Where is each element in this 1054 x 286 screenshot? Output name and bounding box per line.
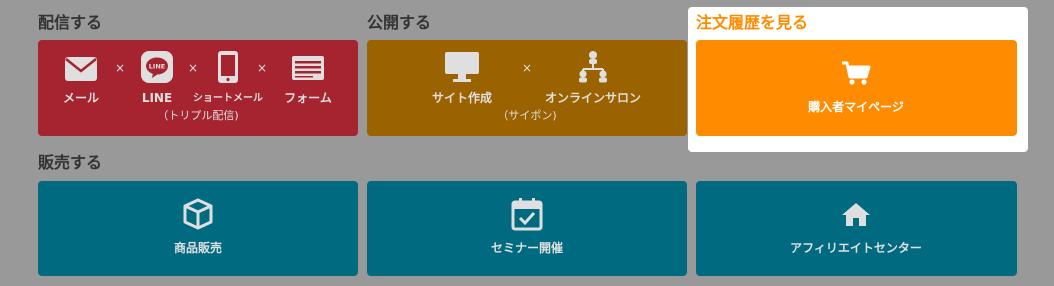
separator: ×	[187, 61, 199, 75]
deliver-card[interactable]: × LINE × × メール LINE ショートメール フォーム （トリプル配信…	[38, 40, 358, 136]
box-icon	[183, 198, 213, 234]
buyer-mypage-card[interactable]: 購入者マイページ	[696, 40, 1017, 136]
sell-card-products-label: 商品販売	[173, 241, 223, 255]
publish-card[interactable]: × サイト作成 オンラインサロン （サイポン)	[367, 40, 687, 136]
calendar-check-icon	[511, 197, 543, 235]
publish-item-site: サイト作成	[431, 91, 493, 105]
sell-card-affiliate-label: アフィリエイトセンター	[790, 241, 922, 255]
deliver-item-mail: メール	[62, 91, 100, 105]
form-icon	[291, 55, 325, 85]
network-icon	[577, 49, 609, 87]
sell-card-seminar-label: セミナー開催	[490, 241, 564, 255]
publish-sub-label: （サイポン)	[497, 109, 557, 122]
mail-icon	[64, 56, 98, 86]
deliver-item-line: LINE	[141, 91, 173, 105]
separator: ×	[256, 61, 268, 75]
smartphone-icon	[217, 50, 239, 88]
monitor-icon	[444, 51, 480, 87]
section-title-orders: 注文履歴を見る	[696, 13, 809, 32]
section-title-publish: 公開する	[367, 13, 432, 32]
section-title-sell: 販売する	[38, 153, 103, 172]
cart-icon	[841, 60, 871, 90]
separator: ×	[114, 61, 126, 75]
deliver-item-sms: ショートメール	[193, 93, 263, 104]
home-icon	[840, 201, 872, 231]
svg-text:LINE: LINE	[149, 63, 165, 71]
sell-card-products[interactable]: 商品販売	[38, 181, 358, 276]
line-icon: LINE	[141, 51, 173, 87]
section-title-deliver: 配信する	[38, 13, 103, 32]
sell-card-seminar[interactable]: セミナー開催	[367, 181, 687, 276]
deliver-sub-label: （トリプル配信)	[157, 109, 239, 122]
buyer-mypage-label: 購入者マイページ	[808, 100, 904, 114]
publish-item-salon: オンラインサロン	[544, 91, 642, 105]
sell-card-affiliate[interactable]: アフィリエイトセンター	[696, 181, 1017, 276]
deliver-item-form: フォーム	[284, 91, 332, 105]
separator: ×	[521, 61, 533, 75]
